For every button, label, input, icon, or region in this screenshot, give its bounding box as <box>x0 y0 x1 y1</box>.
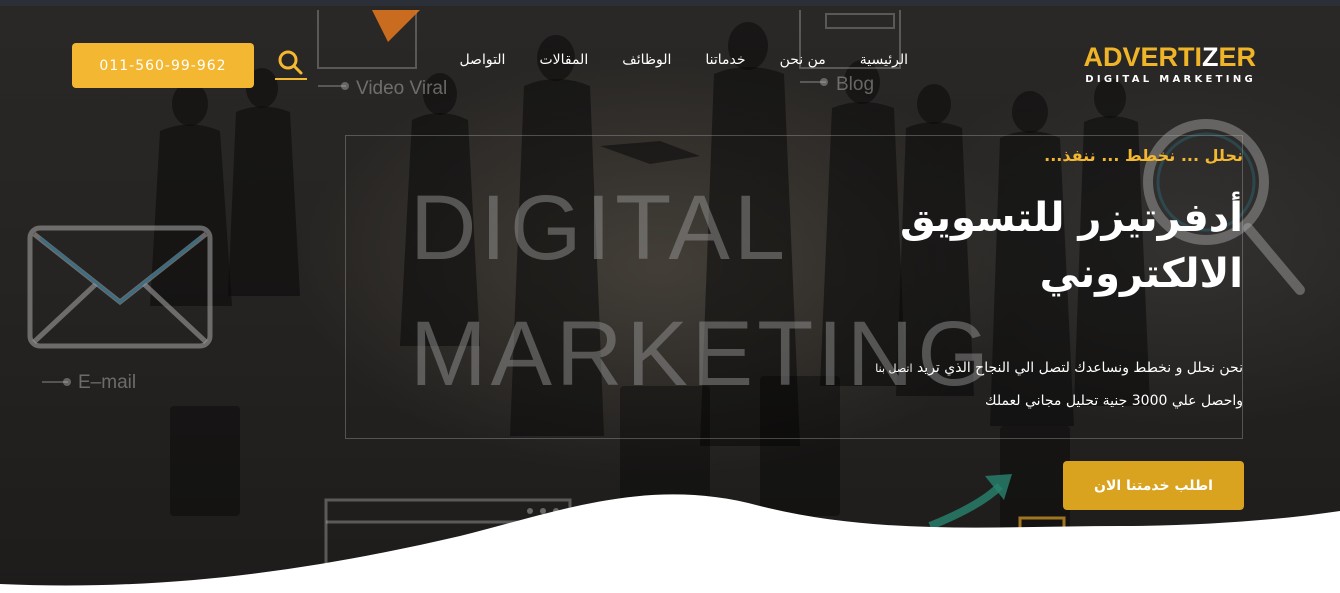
logo-text-part3: ER <box>1218 42 1256 72</box>
main-nav: الرئيسية من نحن خدماتنا الوظائف المقالات… <box>442 50 908 70</box>
nav-item-contact[interactable]: التواصل <box>442 50 522 70</box>
nav-item-home[interactable]: الرئيسية <box>843 50 908 70</box>
search-icon <box>275 50 307 80</box>
nav-item-jobs[interactable]: الوظائف <box>605 50 688 70</box>
description-line-1-main: نحن نحلل و نخطط ونساعدك لتصل الي النجاح … <box>916 360 1243 376</box>
background-label-video: Video Viral <box>356 78 448 99</box>
logo-text-part2: Z <box>1201 42 1219 72</box>
headline-line-2: الالكتروني <box>1039 251 1243 297</box>
hero-headline: أدفرتيزر للتسويق الالكتروني <box>823 190 1243 302</box>
nav-item-services[interactable]: خدماتنا <box>688 50 762 70</box>
request-service-button[interactable]: اطلب خدمتنا الان <box>1063 461 1244 510</box>
logo[interactable]: ADVERTIZER DIGITAL MARKETING <box>1064 42 1256 92</box>
nav-item-about[interactable]: من نحن <box>763 50 843 70</box>
phone-button[interactable]: 011-560-99-962 <box>72 43 254 88</box>
logo-text-part1: ADVERTI <box>1083 42 1202 72</box>
search-button[interactable] <box>272 46 310 82</box>
hero-description: نحن نحلل و نخطط ونساعدك لتصل الي النجاح … <box>763 352 1243 417</box>
hero-tagline: نحلل ... نخطط ... ننفذ... <box>1044 146 1243 165</box>
background-label-email: E–mail <box>78 372 137 393</box>
description-contact-text: اتصل بنا <box>875 362 913 375</box>
description-line-1: نحن نحلل و نخطط ونساعدك لتصل الي النجاح … <box>763 352 1243 385</box>
nav-item-articles[interactable]: المقالات <box>522 50 605 70</box>
logo-wordmark: ADVERTIZER <box>1083 42 1256 72</box>
background-label-blog: Blog <box>836 74 875 95</box>
logo-subtitle: DIGITAL MARKETING <box>1085 74 1256 85</box>
description-line-2: واحصل علي 3000 جنية تحليل مجاني لعملك <box>985 393 1243 409</box>
headline-line-1: أدفرتيزر للتسويق <box>899 195 1243 241</box>
hero-section: DIGITAL MARKETING Video Viral Blog E–mai… <box>0 6 1340 593</box>
